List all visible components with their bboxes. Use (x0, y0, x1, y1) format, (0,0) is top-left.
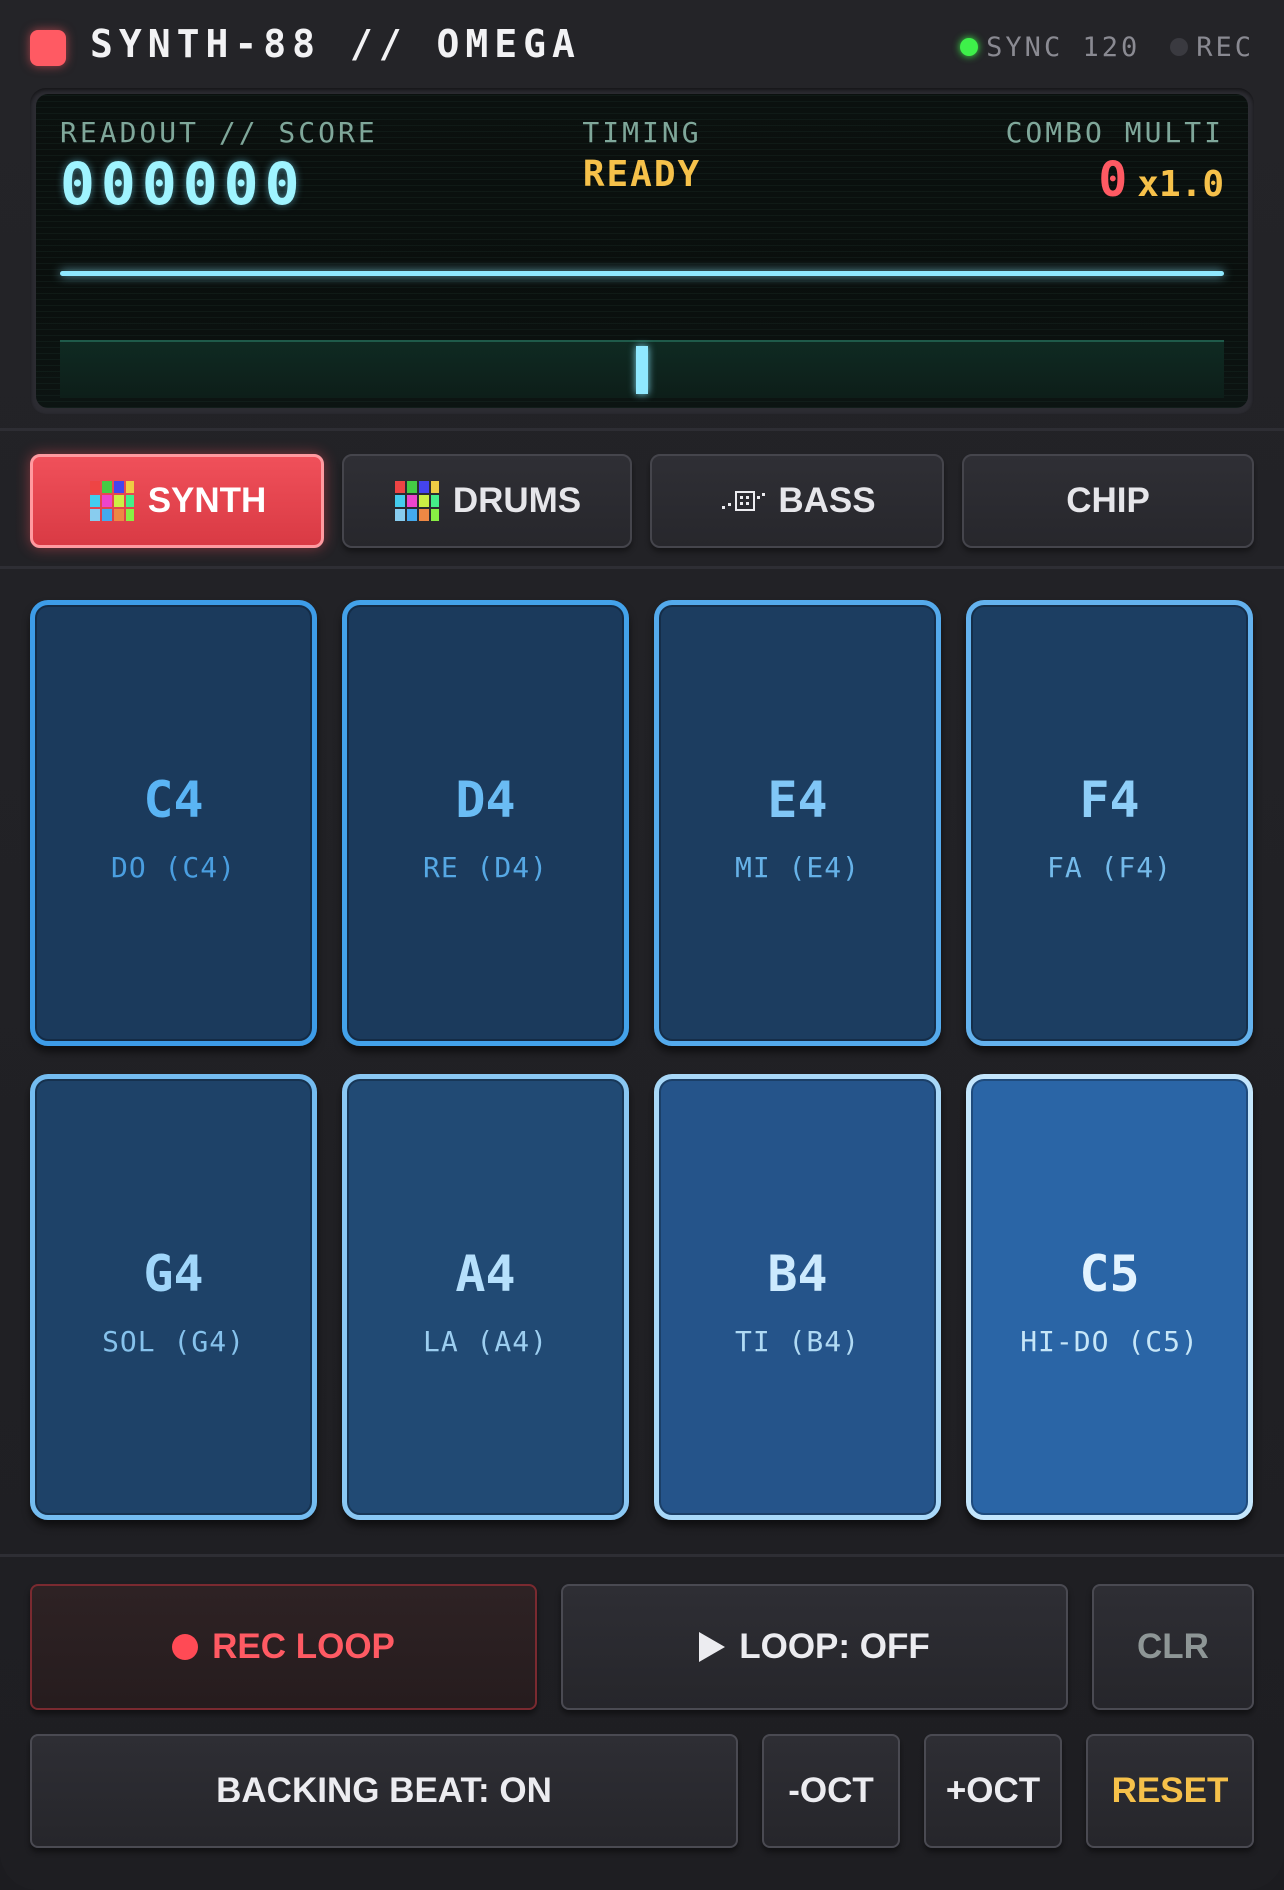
loop-label: LOOP: OFF (739, 1627, 930, 1666)
display-frame: READOUT // SCORE 000000 TIMING READY COM… (30, 88, 1254, 414)
octave-up-label: +OCT (945, 1771, 1041, 1810)
status-indicators: SYNC 120 REC (960, 30, 1254, 64)
pad-e4[interactable]: E4 MI (E4) (654, 600, 941, 1046)
pad-note-label: D4 (455, 771, 516, 829)
pad-solfege-label: DO (C4) (110, 851, 236, 884)
timing-value: READY (582, 154, 702, 195)
sync-indicator: SYNC 120 (960, 32, 1140, 63)
pad-solfege-label: MI (E4) (734, 851, 860, 884)
pad-c4[interactable]: C4 DO (C4) (30, 600, 317, 1046)
pad-note-label: C4 (143, 771, 204, 829)
tab-synth[interactable]: SYNTH (30, 454, 324, 548)
pad-solfege-label: HI-DO (C5) (1020, 1325, 1199, 1358)
pad-solfege-label: FA (F4) (1046, 851, 1172, 884)
reset-button[interactable]: RESET (1086, 1734, 1254, 1848)
keyboard-icon (393, 479, 441, 523)
header-bar: SYNTH-88 // OMEGA SYNC 120 REC (0, 0, 1284, 88)
rec-loop-label: REC LOOP (212, 1627, 395, 1666)
power-led-icon (30, 30, 66, 66)
backing-beat-label: BACKING BEAT: ON (216, 1771, 552, 1810)
pad-a4[interactable]: A4 LA (A4) (342, 1074, 629, 1520)
tab-synth-label: SYNTH (147, 481, 267, 520)
loop-toggle-button[interactable]: LOOP: OFF (561, 1584, 1068, 1710)
timing-track (60, 340, 1224, 398)
tab-drums[interactable]: DRUMS (342, 454, 632, 548)
keyboard-icon (88, 479, 136, 523)
combo-label: COMBO MULTI (1005, 116, 1224, 149)
play-icon (699, 1632, 726, 1662)
tab-chip[interactable]: CHIP (962, 454, 1254, 548)
octave-up-button[interactable]: +OCT (924, 1734, 1062, 1848)
tab-chip-label: CHIP (1066, 481, 1150, 520)
octave-down-button[interactable]: -OCT (762, 1734, 900, 1848)
waveform-line (60, 271, 1224, 276)
tab-drums-label: DRUMS (452, 481, 582, 520)
pad-note-label: A4 (455, 1245, 516, 1303)
octave-down-label: -OCT (788, 1771, 874, 1810)
pad-c5[interactable]: C5 HI-DO (C5) (966, 1074, 1253, 1520)
backing-beat-button[interactable]: BACKING BEAT: ON (30, 1734, 738, 1848)
pad-solfege-label: RE (D4) (422, 851, 548, 884)
record-icon (172, 1634, 199, 1660)
pad-solfege-label: LA (A4) (422, 1325, 548, 1358)
pad-note-label: F4 (1079, 771, 1140, 829)
divider (0, 1554, 1284, 1557)
rec-led-icon (1170, 38, 1189, 56)
reset-label: RESET (1111, 1771, 1229, 1810)
combo-value: 0 (1098, 152, 1128, 208)
combo-readout: 0 x1.0 (1098, 152, 1224, 208)
tab-bass-label: BASS (778, 481, 876, 520)
bass-icon (718, 486, 766, 516)
pad-d4[interactable]: D4 RE (D4) (342, 600, 629, 1046)
synth-device: SYNTH-88 // OMEGA SYNC 120 REC READOUT /… (0, 0, 1284, 1890)
pad-solfege-label: SOL (G4) (102, 1325, 245, 1358)
rec-indicator: REC (1170, 32, 1254, 63)
multiplier-value: x1.0 (1137, 164, 1224, 205)
divider (0, 566, 1284, 569)
pad-g4[interactable]: G4 SOL (G4) (30, 1074, 317, 1520)
pad-note-label: E4 (767, 771, 828, 829)
pad-note-label: G4 (143, 1245, 204, 1303)
pad-note-label: C5 (1079, 1245, 1140, 1303)
pad-b4[interactable]: B4 TI (B4) (654, 1074, 941, 1520)
timing-marker (636, 346, 648, 394)
rec-loop-button[interactable]: REC LOOP (30, 1584, 537, 1710)
clear-button[interactable]: CLR (1092, 1584, 1254, 1710)
pad-f4[interactable]: F4 FA (F4) (966, 600, 1253, 1046)
tab-bass[interactable]: BASS (650, 454, 944, 548)
sync-label: SYNC 120 (986, 31, 1141, 63)
rec-label: REC (1196, 31, 1254, 63)
divider (0, 428, 1284, 431)
pad-note-label: B4 (767, 1245, 828, 1303)
brand-title: SYNTH-88 // OMEGA (90, 22, 581, 66)
pad-solfege-label: TI (B4) (734, 1325, 860, 1358)
sync-led-icon (960, 38, 979, 56)
clear-label: CLR (1137, 1627, 1209, 1666)
display-screen: READOUT // SCORE 000000 TIMING READY COM… (36, 94, 1248, 408)
